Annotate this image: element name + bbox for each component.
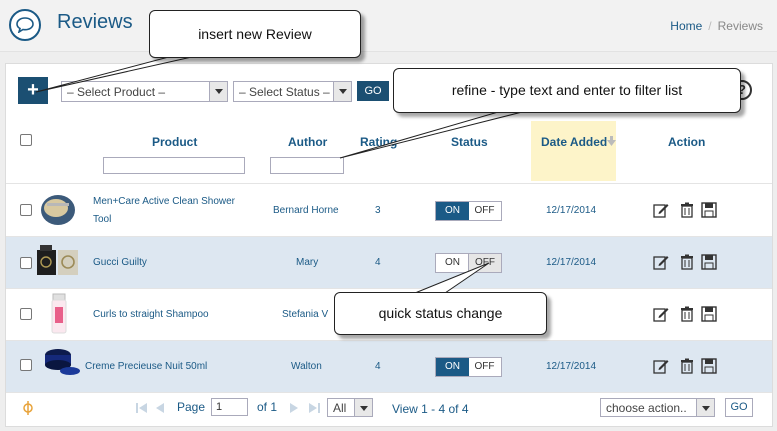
callout-pointers — [35, 53, 531, 294]
callout-insert-review: insert new Review — [149, 10, 361, 58]
reviews-page: Reviews Home / Reviews + – Select Product … — [0, 0, 777, 431]
callout-refine-filter: refine - type text and enter to filter l… — [393, 68, 741, 113]
callout-quick-status: quick status change — [334, 292, 547, 335]
